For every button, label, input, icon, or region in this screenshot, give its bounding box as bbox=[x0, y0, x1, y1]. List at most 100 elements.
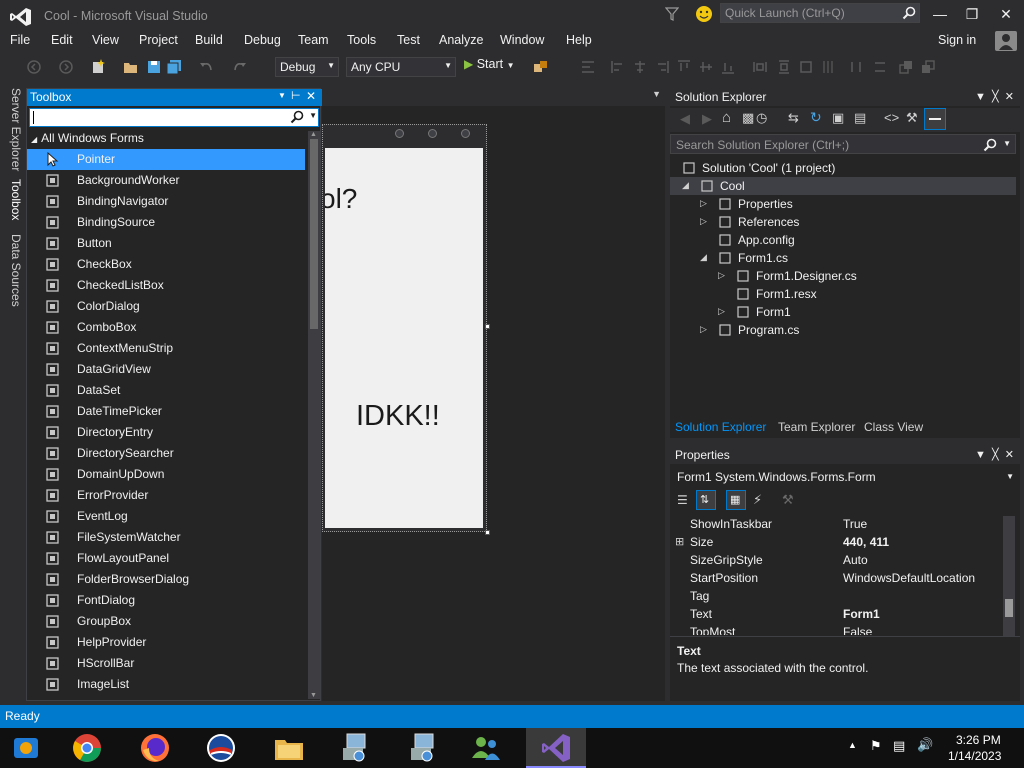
save-all-icon[interactable] bbox=[166, 59, 182, 75]
sync-icon[interactable]: ⇆ bbox=[788, 110, 799, 126]
align-left-icon[interactable] bbox=[610, 59, 626, 75]
toolbox-item[interactable]: DateTimePicker bbox=[27, 401, 305, 422]
tree-item[interactable]: ◢ Cool bbox=[670, 177, 1016, 195]
align-top-icon[interactable] bbox=[676, 59, 692, 75]
collapse-arrow-icon[interactable]: ◢ bbox=[700, 252, 707, 263]
solution-explorer-header[interactable]: Solution Explorer ▼ ╳ ✕ bbox=[670, 88, 1020, 106]
pin-icon[interactable]: ╳ bbox=[992, 91, 999, 103]
align-bottom-icon[interactable] bbox=[720, 59, 736, 75]
categorized-icon[interactable]: ☰ bbox=[677, 493, 688, 507]
bring-to-front-icon[interactable] bbox=[898, 59, 914, 75]
toolbox-category-all-windows-forms[interactable]: ◢ All Windows Forms bbox=[31, 131, 144, 145]
property-value[interactable]: WindowsDefaultLocation bbox=[843, 571, 975, 585]
refresh-icon[interactable]: ↻ bbox=[810, 109, 822, 126]
expand-arrow-icon[interactable]: ▷ bbox=[700, 216, 707, 227]
toolbox-item[interactable]: BindingSource bbox=[27, 212, 305, 233]
close-icon[interactable]: ✕ bbox=[1005, 449, 1014, 461]
toolbox-item[interactable]: ComboBox bbox=[27, 317, 305, 338]
property-row[interactable]: StartPosition WindowsDefaultLocation bbox=[670, 569, 1000, 587]
network-icon[interactable]: ▤ bbox=[893, 738, 905, 754]
window-position-dropdown-icon[interactable]: ▼ bbox=[975, 449, 986, 461]
volume-icon[interactable]: 🔊 bbox=[917, 737, 933, 753]
preview-selected-items-button[interactable] bbox=[924, 108, 946, 130]
tree-item[interactable]: ▷ Form1.Designer.cs bbox=[670, 267, 1016, 285]
property-value[interactable]: Form1 bbox=[843, 607, 880, 621]
property-value[interactable]: 440, 411 bbox=[843, 535, 889, 549]
toolbox-item[interactable]: ImageList bbox=[27, 674, 305, 695]
save-icon[interactable] bbox=[146, 59, 162, 75]
show-all-files-icon[interactable]: ▤ bbox=[854, 110, 866, 126]
start-debugging-button[interactable]: ▶ Start ▼ bbox=[464, 57, 515, 71]
media-center-icon[interactable] bbox=[10, 732, 42, 764]
close-button[interactable]: ✕ bbox=[994, 4, 1018, 24]
menu-team[interactable]: Team bbox=[298, 33, 329, 47]
account-avatar-icon[interactable] bbox=[995, 31, 1017, 51]
firefox-icon[interactable] bbox=[139, 732, 171, 764]
align-icon[interactable] bbox=[580, 59, 596, 75]
document-list-dropdown-icon[interactable]: ▼ bbox=[652, 89, 661, 99]
pin-icon[interactable]: ╳ bbox=[992, 449, 999, 461]
pending-changes-filter-icon[interactable]: ◷ bbox=[756, 110, 767, 126]
redo-icon[interactable] bbox=[232, 59, 248, 75]
tree-item[interactable]: Form1.resx bbox=[670, 285, 1016, 303]
properties-view-button[interactable]: ▦ bbox=[726, 490, 746, 510]
expand-plus-icon[interactable]: ⊞ bbox=[675, 535, 684, 548]
pin-icon[interactable]: ⊢ bbox=[291, 89, 301, 102]
taskbar-active-app[interactable] bbox=[526, 728, 586, 768]
window-position-dropdown-icon[interactable]: ▼ bbox=[278, 91, 286, 100]
chevron-down-icon[interactable]: ▼ bbox=[309, 111, 317, 120]
close-icon[interactable]: ✕ bbox=[1005, 91, 1014, 103]
menu-view[interactable]: View bbox=[92, 33, 119, 47]
back-icon[interactable]: ◀ bbox=[680, 111, 690, 127]
property-value[interactable]: Auto bbox=[843, 553, 868, 567]
view-code-icon[interactable]: <> bbox=[884, 110, 899, 125]
toolbox-item[interactable]: CheckedListBox bbox=[27, 275, 305, 296]
menu-help[interactable]: Help bbox=[566, 33, 592, 47]
collapse-all-icon[interactable]: ▣ bbox=[832, 110, 844, 126]
chevron-down-icon[interactable]: ▼ bbox=[1003, 139, 1011, 148]
send-to-back-icon[interactable] bbox=[920, 59, 936, 75]
property-row[interactable]: ShowInTaskbar True bbox=[670, 515, 1000, 533]
toolbox-item[interactable]: FontDialog bbox=[27, 590, 305, 611]
toolbox-item[interactable]: BackgroundWorker bbox=[27, 170, 305, 191]
properties-header[interactable]: Properties ▼ ╳ ✕ bbox=[670, 446, 1020, 464]
open-file-icon[interactable] bbox=[123, 59, 139, 75]
toolbox-item[interactable]: HelpProvider bbox=[27, 632, 305, 653]
users-icon[interactable] bbox=[470, 732, 502, 764]
menu-build[interactable]: Build bbox=[195, 33, 223, 47]
toolbox-item[interactable]: CheckBox bbox=[27, 254, 305, 275]
show-hidden-icons-icon[interactable]: ▲ bbox=[848, 740, 857, 750]
same-width-icon[interactable] bbox=[752, 59, 768, 75]
same-height-icon[interactable] bbox=[776, 59, 792, 75]
horizontal-spacing-icon[interactable] bbox=[848, 59, 864, 75]
maximize-button[interactable]: ❐ bbox=[960, 4, 984, 24]
sign-in-link[interactable]: Sign in bbox=[938, 33, 976, 47]
clock-time[interactable]: 3:26 PM bbox=[956, 733, 1001, 747]
toolbox-item[interactable]: GroupBox bbox=[27, 611, 305, 632]
property-value[interactable]: False bbox=[843, 625, 872, 635]
side-tab-data-sources[interactable]: Data Sources bbox=[9, 234, 23, 307]
align-middle-icon[interactable] bbox=[698, 59, 714, 75]
toolbox-item[interactable]: EventLog bbox=[27, 506, 305, 527]
chrome-icon[interactable] bbox=[71, 732, 103, 764]
back-icon[interactable] bbox=[26, 59, 42, 75]
toolbox-item[interactable]: ErrorProvider bbox=[27, 485, 305, 506]
expand-arrow-icon[interactable]: ▷ bbox=[718, 306, 725, 317]
toolbox-item[interactable]: BindingNavigator bbox=[27, 191, 305, 212]
toolbox-item[interactable]: DomainUpDown bbox=[27, 464, 305, 485]
action-center-flag-icon[interactable]: ⚑ bbox=[870, 738, 882, 754]
forward-icon[interactable]: ▶ bbox=[702, 111, 712, 127]
tab-team-explorer[interactable]: Team Explorer bbox=[778, 420, 855, 434]
resize-handle-right[interactable] bbox=[485, 324, 490, 329]
menu-analyze[interactable]: Analyze bbox=[439, 33, 483, 47]
undo-icon[interactable] bbox=[198, 59, 214, 75]
toolbox-item[interactable]: ColorDialog bbox=[27, 296, 305, 317]
menu-tools[interactable]: Tools bbox=[347, 33, 376, 47]
property-row[interactable]: Tag bbox=[670, 587, 1000, 605]
toolbox-item[interactable]: DirectoryEntry bbox=[27, 422, 305, 443]
menu-project[interactable]: Project bbox=[139, 33, 178, 47]
toolbox-item[interactable]: DataGridView bbox=[27, 359, 305, 380]
feedback-smiley-icon[interactable] bbox=[695, 5, 713, 23]
events-lightning-icon[interactable]: ⚡ bbox=[753, 492, 762, 508]
toolbox-item[interactable]: FileSystemWatcher bbox=[27, 527, 305, 548]
